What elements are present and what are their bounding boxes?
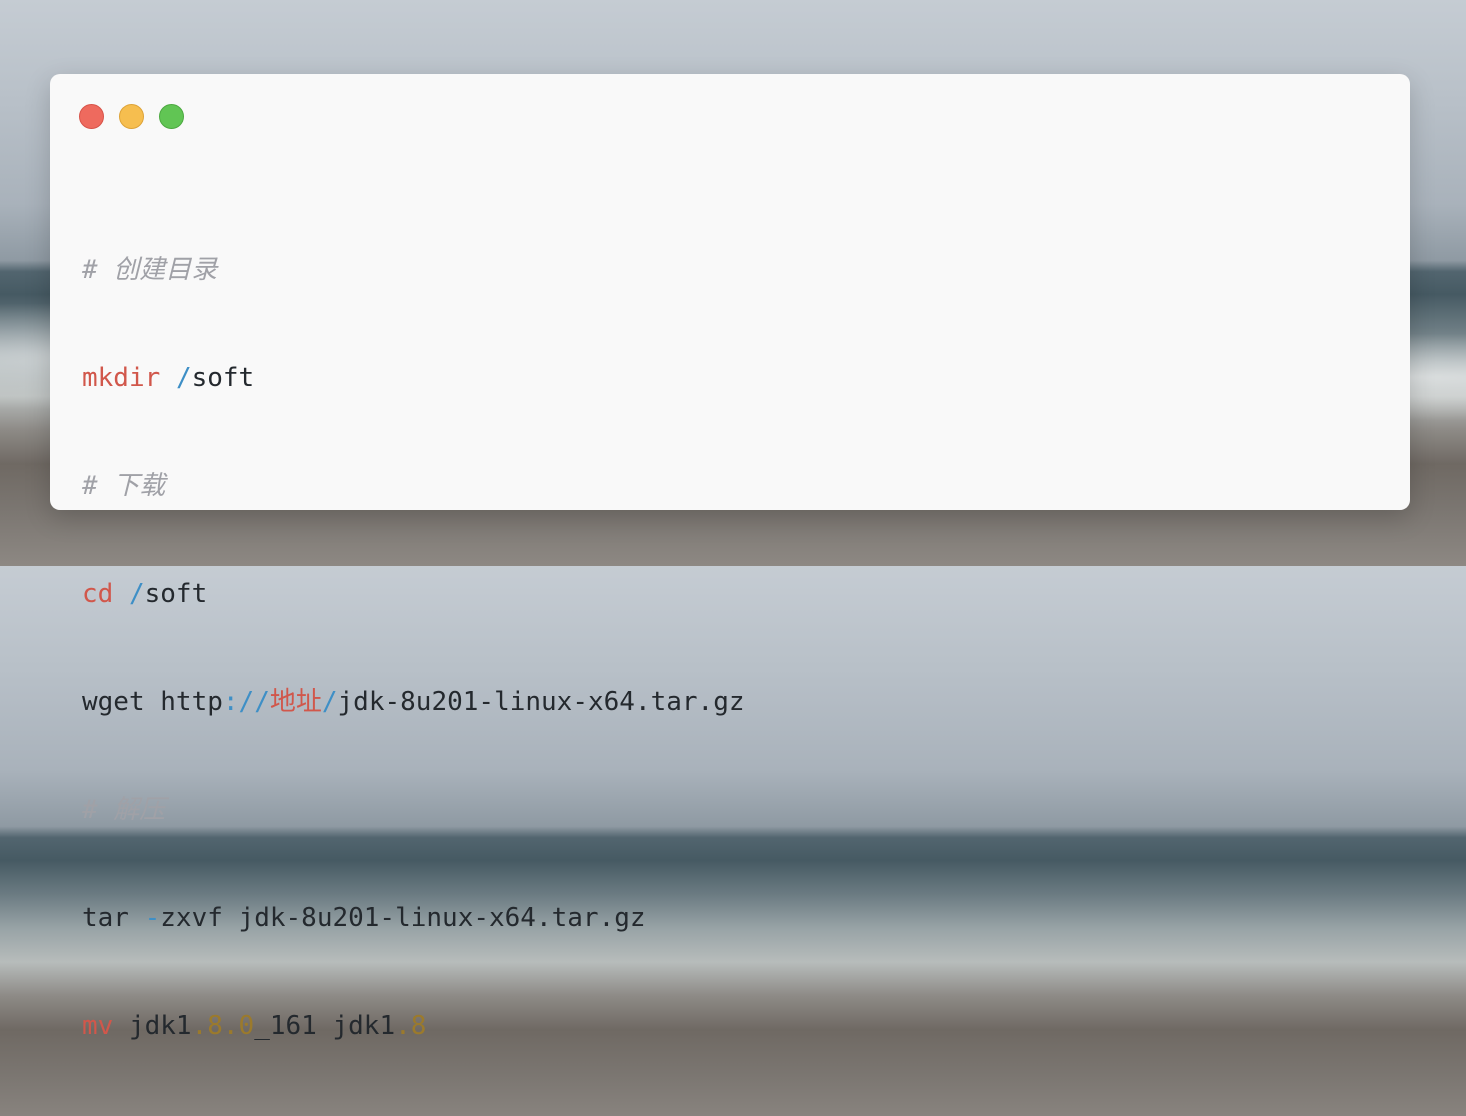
command: cd	[82, 579, 114, 609]
code-block: # 创建目录 mkdir /soft # 下载 cd /soft wget ht…	[82, 180, 745, 1116]
window-controls	[79, 104, 184, 129]
code-line-3: # 下载	[82, 468, 745, 504]
path-text: soft	[191, 363, 255, 393]
comment: # 下载	[82, 471, 166, 501]
argument: _161 jdk1	[254, 1011, 396, 1041]
path-text: soft	[144, 579, 208, 609]
code-line-2: mkdir /soft	[82, 360, 745, 396]
command: mv	[82, 1011, 114, 1041]
code-line-8: mv jdk1.8.0_161 jdk1.8	[82, 1008, 745, 1044]
code-line-5: wget http://地址/jdk-8u201-linux-x64.tar.g…	[82, 684, 745, 720]
flag-dash: -	[144, 903, 161, 933]
close-button[interactable]	[79, 104, 104, 129]
code-line-1: # 创建目录	[82, 252, 745, 288]
url-path: jdk-8u201-linux-x64.tar.gz	[337, 687, 745, 717]
code-window: # 创建目录 mkdir /soft # 下载 cd /soft wget ht…	[50, 74, 1410, 1041]
argument: jdk1	[113, 1011, 192, 1041]
code-line-7: tar -zxvf jdk-8u201-linux-x64.tar.gz	[82, 900, 745, 936]
url-slash: /	[321, 687, 338, 717]
code-line-6: # 解压	[82, 792, 745, 828]
arguments: zxvf jdk-8u201-linux-x64.tar.gz	[160, 903, 646, 933]
command: wget http	[82, 687, 223, 717]
comment: # 解压	[82, 795, 166, 825]
command: mkdir	[82, 363, 161, 393]
path-slash: /	[128, 579, 145, 609]
url-host: 地址	[269, 687, 322, 717]
number: .8.0	[191, 1011, 255, 1041]
code-line-4: cd /soft	[82, 576, 745, 612]
minimize-button[interactable]	[119, 104, 144, 129]
number: .8	[395, 1011, 427, 1041]
comment: # 创建目录	[82, 255, 218, 285]
command: tar	[82, 903, 129, 933]
url-separator: ://	[222, 687, 270, 717]
path-slash: /	[175, 363, 192, 393]
zoom-button[interactable]	[159, 104, 184, 129]
